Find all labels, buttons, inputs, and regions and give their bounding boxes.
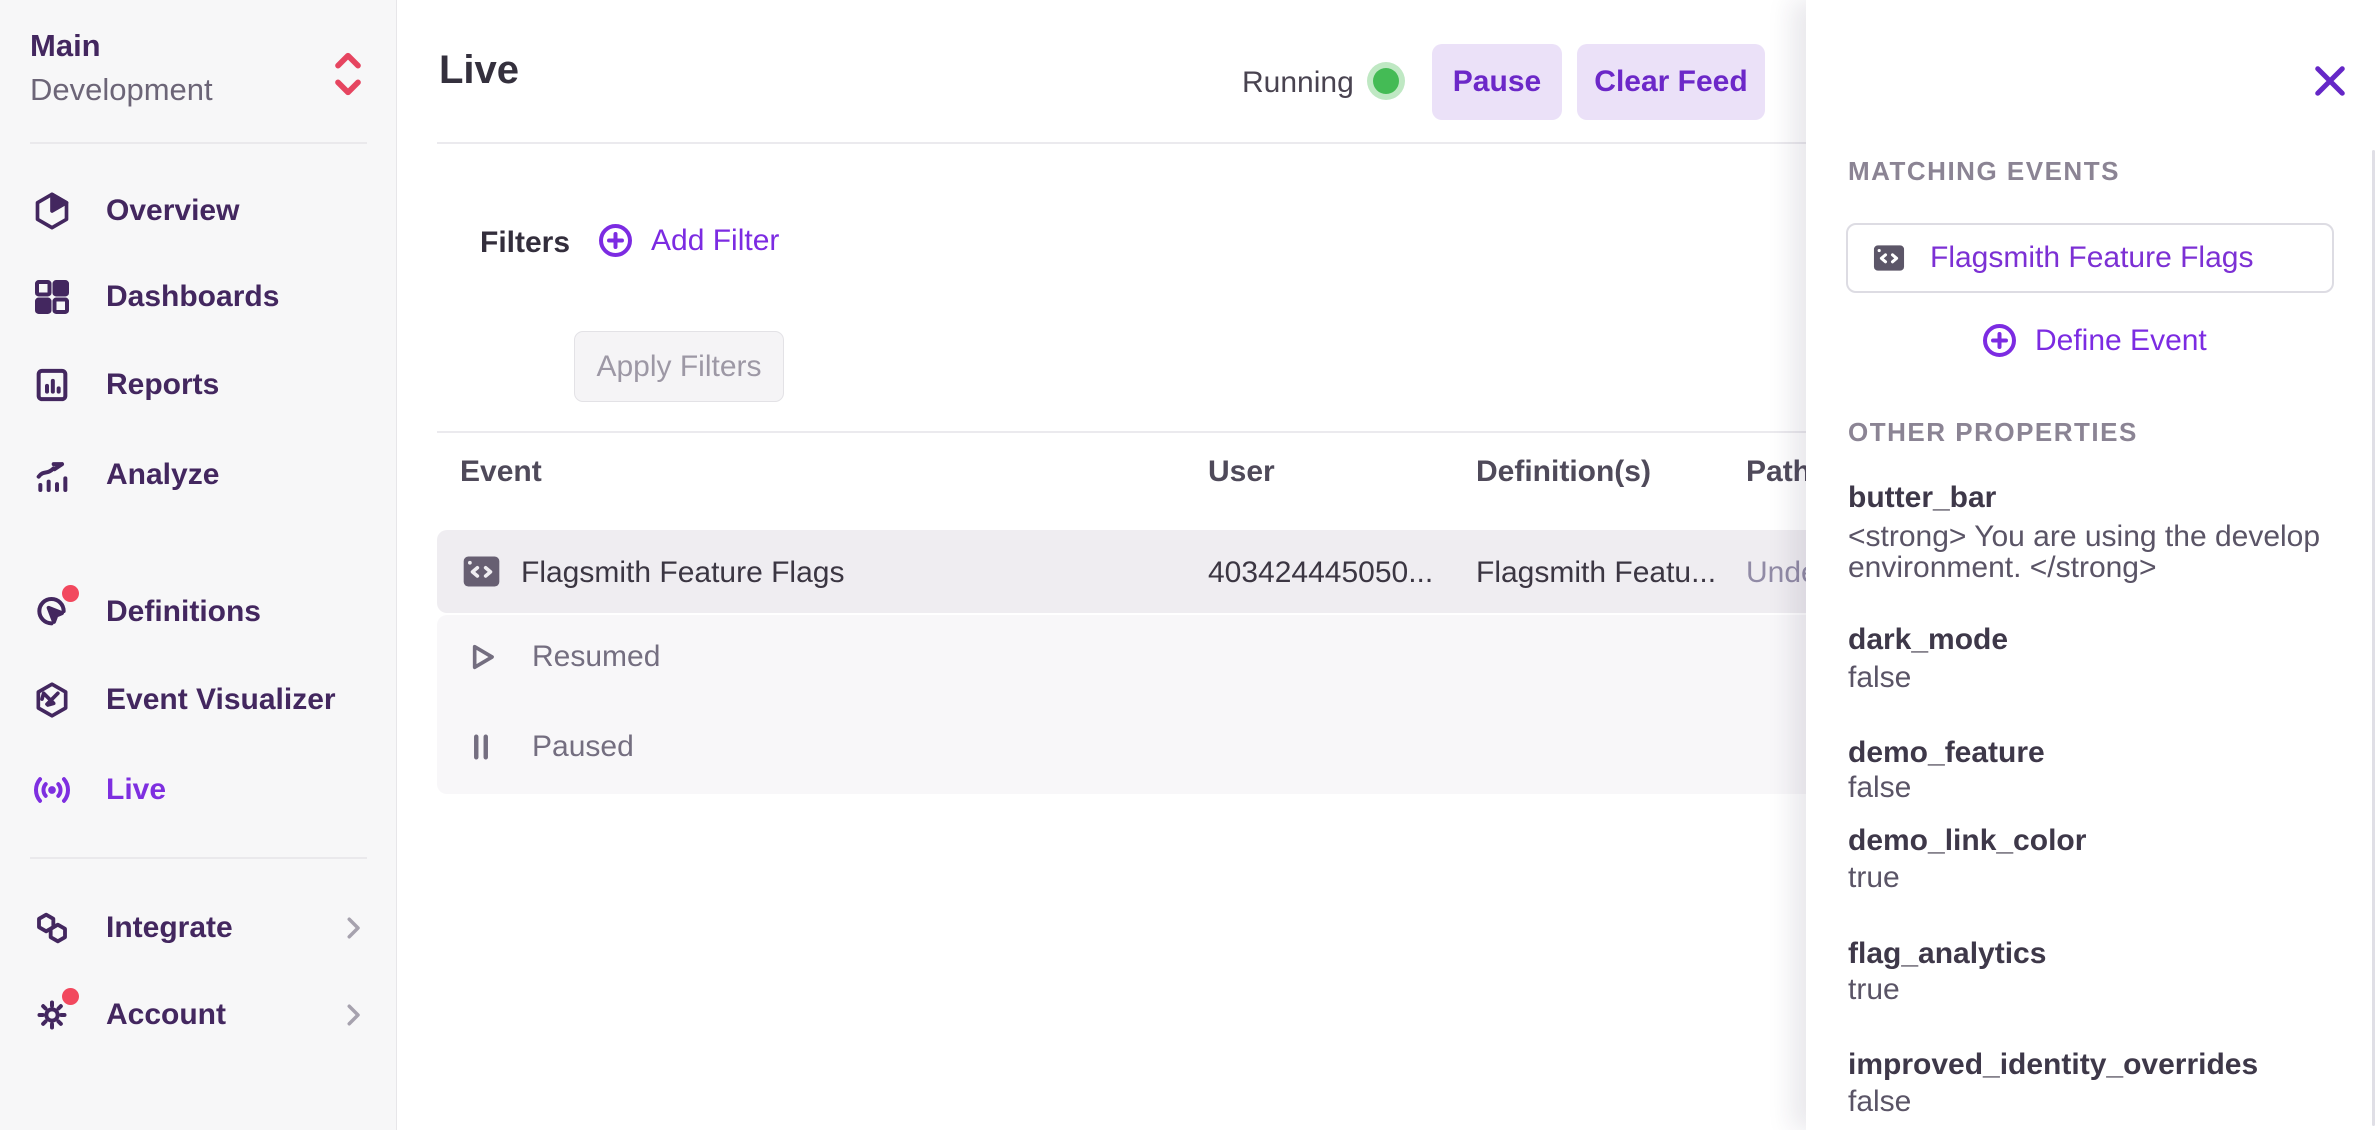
- sidebar-item-dashboards[interactable]: Dashboards: [0, 265, 397, 329]
- other-properties-label: OTHER PROPERTIES: [1848, 417, 2138, 448]
- property-name: butter_bar: [1848, 481, 1996, 515]
- page-title: Live: [439, 48, 519, 93]
- sidebar-item-label: Dashboards: [106, 280, 279, 314]
- feed-row-resumed[interactable]: Resumed: [437, 622, 1846, 692]
- cell-event: Flagsmith Feature Flags: [521, 556, 844, 590]
- property-value: true: [1848, 862, 2326, 893]
- feed-status-block: Resumed Paused: [437, 615, 1846, 794]
- status-green-dot: [1373, 68, 1399, 94]
- filters-label: Filters: [480, 226, 570, 260]
- matching-events-label: MATCHING EVENTS: [1848, 156, 2120, 187]
- feed-row-label: Paused: [532, 730, 634, 764]
- pause-button[interactable]: Pause: [1432, 44, 1562, 120]
- sidebar-item-label: Overview: [106, 194, 239, 228]
- column-header-event[interactable]: Event: [460, 455, 542, 489]
- column-header-user[interactable]: User: [1208, 455, 1275, 489]
- feed-row-label: Resumed: [532, 640, 660, 674]
- grid-dashboards-icon: [32, 277, 72, 317]
- property-name: flag_analytics: [1848, 937, 2046, 971]
- define-event-button[interactable]: Define Event: [1981, 322, 2207, 359]
- property-value: <strong> You are using the develop envir…: [1848, 521, 2326, 583]
- account-gear-icon: [32, 995, 72, 1035]
- sidebar-item-account[interactable]: Account: [0, 983, 397, 1047]
- code-window-icon: [459, 549, 504, 594]
- definitions-pin-icon: [32, 592, 72, 632]
- workspace-name: Main: [30, 28, 101, 64]
- workspace-environment: Development: [30, 72, 213, 108]
- sidebar-item-label: Event Visualizer: [106, 683, 336, 717]
- sidebar: Main Development Overview Dashboards: [0, 0, 397, 1130]
- matching-event-name: Flagsmith Feature Flags: [1930, 241, 2253, 275]
- column-header-path[interactable]: Path: [1746, 455, 1811, 489]
- cell-user: 403424445050...: [1208, 556, 1433, 590]
- sidebar-divider: [30, 857, 367, 859]
- matching-event-card[interactable]: Flagsmith Feature Flags: [1846, 223, 2334, 293]
- plus-circle-icon: [597, 222, 634, 259]
- sidebar-item-reports[interactable]: Reports: [0, 353, 397, 417]
- plus-circle-icon: [1981, 322, 2018, 359]
- report-chart-icon: [32, 365, 72, 405]
- property-name: demo_feature: [1848, 736, 2045, 770]
- feed-row-paused[interactable]: Paused: [437, 712, 1846, 782]
- chevron-right-icon: [338, 1000, 368, 1030]
- sidebar-item-analyze[interactable]: Analyze: [0, 443, 397, 507]
- column-header-definitions[interactable]: Definition(s): [1476, 455, 1651, 489]
- sidebar-item-event-visualizer[interactable]: Event Visualizer: [0, 668, 397, 732]
- property-value: false: [1848, 1086, 2326, 1117]
- define-event-label: Define Event: [2035, 324, 2207, 358]
- sidebar-item-definitions[interactable]: Definitions: [0, 580, 397, 644]
- property-name: dark_mode: [1848, 623, 2008, 657]
- sidebar-item-integrate[interactable]: Integrate: [0, 896, 397, 960]
- workspace-switcher-icon[interactable]: [328, 48, 368, 100]
- hexagon-overview-icon: [32, 191, 72, 231]
- notification-dot: [62, 585, 79, 602]
- live-broadcast-icon: [32, 770, 72, 810]
- app-window: Main Development Overview Dashboards: [0, 0, 2380, 1130]
- trend-analyze-icon: [32, 455, 72, 495]
- property-value: false: [1848, 662, 2326, 693]
- sidebar-item-label: Live: [106, 773, 166, 807]
- status-label: Running: [1242, 66, 1354, 100]
- sidebar-item-live[interactable]: Live: [0, 758, 397, 822]
- property-value: true: [1848, 974, 2326, 1005]
- sidebar-item-label: Definitions: [106, 595, 261, 629]
- code-window-icon: [1870, 239, 1908, 277]
- add-filter-button[interactable]: Add Filter: [597, 222, 779, 259]
- clear-feed-button[interactable]: Clear Feed: [1577, 44, 1765, 120]
- integrate-links-icon: [32, 908, 72, 948]
- sidebar-item-label: Analyze: [106, 458, 219, 492]
- sidebar-item-label: Account: [106, 998, 226, 1032]
- panel-scrollbar[interactable]: [2372, 150, 2375, 1126]
- chevron-right-icon: [338, 913, 368, 943]
- close-icon[interactable]: [2309, 60, 2351, 102]
- add-filter-label: Add Filter: [651, 224, 779, 258]
- cell-definition: Flagsmith Featu...: [1476, 556, 1716, 590]
- event-visualizer-icon: [32, 680, 72, 720]
- property-name: improved_identity_overrides: [1848, 1048, 2258, 1082]
- sidebar-divider: [30, 142, 367, 144]
- apply-filters-button[interactable]: Apply Filters: [574, 331, 784, 402]
- property-value: false: [1848, 772, 2326, 803]
- property-name: demo_link_color: [1848, 824, 2086, 858]
- play-icon: [462, 638, 500, 676]
- sidebar-item-label: Reports: [106, 368, 219, 402]
- notification-dot: [62, 988, 79, 1005]
- table-row[interactable]: Flagsmith Feature Flags 403424445050... …: [437, 530, 1846, 613]
- sidebar-item-overview[interactable]: Overview: [0, 179, 397, 243]
- event-details-panel: MATCHING EVENTS Flagsmith Feature Flags …: [1806, 0, 2380, 1130]
- sidebar-item-label: Integrate: [106, 911, 233, 945]
- pause-icon: [462, 728, 500, 766]
